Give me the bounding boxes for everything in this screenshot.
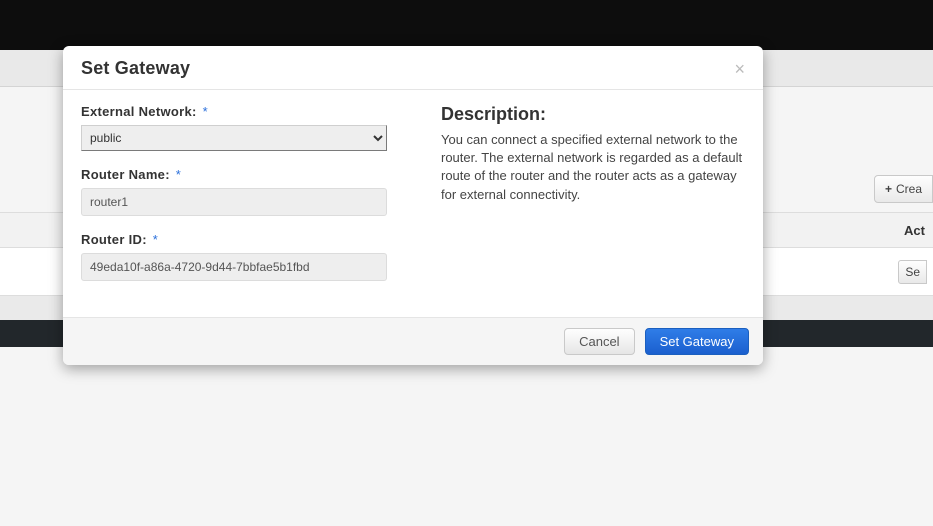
router-name-group: Router Name: *	[81, 167, 387, 216]
router-name-label: Router Name: *	[81, 167, 181, 182]
description-column: Description: You can connect a specified…	[441, 104, 745, 297]
close-icon[interactable]: ×	[734, 60, 745, 78]
external-network-label: External Network: *	[81, 104, 208, 119]
label-text: External Network:	[81, 104, 197, 119]
router-id-label: Router ID: *	[81, 232, 158, 247]
modal-title: Set Gateway	[81, 58, 190, 79]
router-name-input[interactable]	[81, 188, 387, 216]
required-star: *	[153, 232, 158, 247]
description-text: You can connect a specified external net…	[441, 131, 745, 204]
form-column: External Network: * public Router Name: …	[81, 104, 387, 297]
label-text: Router Name:	[81, 167, 170, 182]
router-id-input[interactable]	[81, 253, 387, 281]
cancel-button[interactable]: Cancel	[564, 328, 634, 355]
modal-header: Set Gateway ×	[63, 46, 763, 90]
router-id-group: Router ID: *	[81, 232, 387, 281]
set-gateway-button[interactable]: Set Gateway	[645, 328, 749, 355]
external-network-select[interactable]: public	[81, 125, 387, 151]
set-gateway-modal: Set Gateway × External Network: * public…	[63, 46, 763, 365]
external-network-group: External Network: * public	[81, 104, 387, 151]
description-heading: Description:	[441, 104, 745, 125]
required-star: *	[203, 104, 208, 119]
modal-body: External Network: * public Router Name: …	[63, 90, 763, 317]
modal-backdrop: Set Gateway × External Network: * public…	[0, 0, 933, 526]
required-star: *	[176, 167, 181, 182]
label-text: Router ID:	[81, 232, 147, 247]
modal-footer: Cancel Set Gateway	[63, 317, 763, 365]
